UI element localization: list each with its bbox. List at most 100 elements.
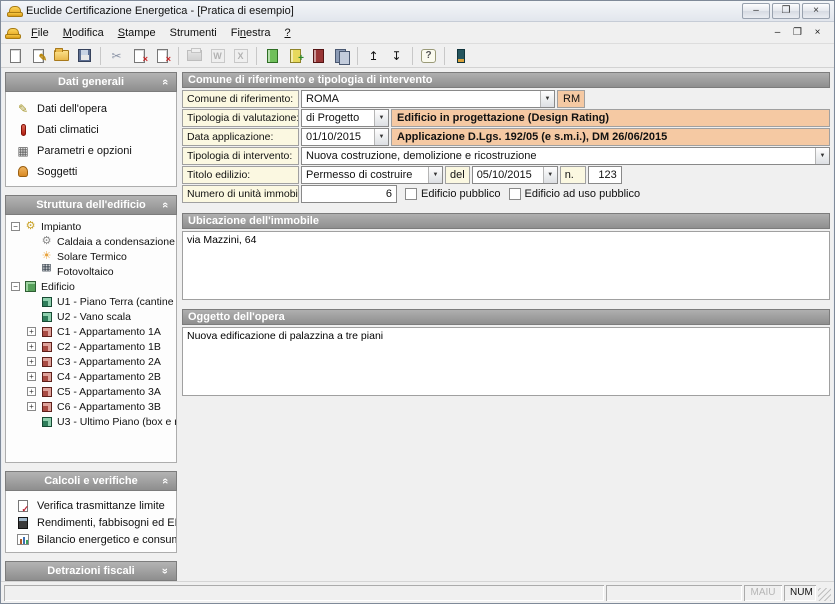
sidebar-item-rendimenti[interactable]: Rendimenti, fabbisogni ed EP (6, 514, 176, 531)
tree-item-fotovoltaico[interactable]: ▦Fotovoltaico (6, 264, 176, 279)
edificio-pubblico-option: Edificio pubblico (405, 185, 501, 203)
edificio-uso-pubblico-checkbox[interactable] (509, 188, 521, 200)
expand-expander-icon[interactable]: + (27, 372, 36, 381)
help-button[interactable]: ? (418, 46, 439, 66)
collapse-expander-icon[interactable]: − (11, 222, 20, 231)
chevron-down-icon[interactable]: ▼ (543, 167, 557, 183)
exit-button[interactable] (450, 46, 471, 66)
toolbar-separator (100, 47, 101, 65)
tipologia-intervento-combobox[interactable]: Nuova costruzione, demolizione e ricostr… (301, 147, 830, 165)
save-button[interactable] (74, 46, 95, 66)
tree-item-c6[interactable]: + C6 - Appartamento 3B (6, 399, 176, 414)
chevron-down-icon[interactable]: ▼ (815, 148, 829, 164)
delete-document-button[interactable]: × (129, 46, 150, 66)
valutazione-combobox[interactable]: di Progetto ▼ (301, 109, 389, 127)
menu-file[interactable]: File (24, 24, 56, 42)
new-document-button[interactable] (5, 46, 26, 66)
tree-item-u1[interactable]: U1 - Piano Terra (cantine e (6, 294, 176, 309)
sidebar-item-dati-climatici[interactable]: Dati climatici (6, 119, 176, 140)
archive-copy-button[interactable] (331, 46, 352, 66)
del-label: del (445, 166, 470, 184)
panel-header-dati-generali[interactable]: Dati generali « (5, 72, 177, 92)
chevron-up-icon[interactable]: « (159, 202, 171, 208)
minimize-button[interactable]: – (742, 3, 770, 19)
oggetto-textarea[interactable]: Nuova edificazione di palazzina a tre pi… (182, 327, 830, 396)
export-excel-button[interactable]: X (230, 46, 251, 66)
document-hardhat-icon[interactable] (5, 28, 19, 38)
tree-item-c1[interactable]: +C1 - Appartamento 1A (6, 324, 176, 339)
archive-red-button[interactable] (308, 46, 329, 66)
menu-strumenti[interactable]: Strumenti (163, 24, 224, 42)
expand-expander-icon[interactable]: + (27, 387, 36, 396)
chevron-down-icon[interactable]: ▼ (374, 110, 388, 126)
tree-item-c2[interactable]: +C2 - Appartamento 1B (6, 339, 176, 354)
word-icon: W (211, 49, 225, 63)
archive-green-button[interactable] (262, 46, 283, 66)
mdi-minimize-button[interactable]: – (769, 26, 786, 40)
chevron-down-icon[interactable]: ▼ (374, 129, 388, 145)
menu-finestra[interactable]: Finestra (224, 24, 278, 42)
tree-item-edificio[interactable]: −Edificio (6, 279, 176, 294)
menu-stampe[interactable]: Stampe (111, 24, 163, 42)
ubicazione-textarea[interactable]: via Mazzini, 64 (182, 231, 830, 300)
close-button[interactable]: × (802, 3, 830, 19)
chevron-down-icon[interactable]: ▼ (428, 167, 442, 183)
tree-label: C6 - Appartamento 3B (57, 401, 161, 413)
title-bar[interactable]: Euclide Certificazione Energetica - [Pra… (1, 1, 834, 22)
menu-help[interactable]: ? (277, 24, 297, 42)
expand-expander-icon[interactable]: + (27, 357, 36, 366)
expand-expander-icon[interactable]: + (27, 327, 36, 336)
expand-expander-icon[interactable]: + (27, 342, 36, 351)
expand-all-button[interactable]: ↧ (386, 46, 407, 66)
open-button[interactable] (51, 46, 72, 66)
row-unita: Numero di unità immobiliari: 6 Edificio … (182, 185, 830, 203)
titolo-numero-field[interactable]: 123 (588, 166, 622, 184)
edit-practice-button[interactable]: ✎ (28, 46, 49, 66)
help-icon: ? (421, 49, 436, 63)
sidebar-item-bilancio[interactable]: Bilancio energetico e consumi (6, 531, 176, 548)
collapse-expander-icon[interactable]: − (11, 282, 20, 291)
panel-header-calcoli[interactable]: Calcoli e verifiche « (5, 471, 177, 491)
unita-field[interactable]: 6 (301, 185, 397, 203)
cut-button[interactable]: ✂ (106, 46, 127, 66)
unit-icon (40, 297, 53, 307)
restore-button[interactable]: ❐ (772, 3, 800, 19)
tree-item-solare[interactable]: ☀Solare Termico (6, 249, 176, 264)
mdi-restore-button[interactable]: ❐ (789, 26, 806, 40)
tree-item-c3[interactable]: +C3 - Appartamento 2A (6, 354, 176, 369)
comune-combobox[interactable]: ROMA ▼ (301, 90, 555, 108)
sidebar-item-soggetti[interactable]: Soggetti (6, 161, 176, 182)
unit-icon (40, 312, 53, 322)
expand-expander-icon[interactable]: + (27, 402, 36, 411)
tree-item-impianto[interactable]: −⚙Impianto (6, 219, 176, 234)
collapse-all-button[interactable]: ↥ (363, 46, 384, 66)
sidebar-item-verifica-trasmittanze[interactable]: Verifica trasmittanze limite (6, 497, 176, 514)
data-applicazione-picker[interactable]: 01/10/2015 ▼ (301, 128, 389, 146)
panel-header-detrazioni[interactable]: Detrazioni fiscali « (5, 561, 177, 581)
chevron-up-icon[interactable]: « (159, 79, 171, 85)
titolo-data-picker[interactable]: 05/10/2015 ▼ (472, 166, 558, 184)
comune-label: Comune di riferimento: (182, 90, 299, 108)
print-button[interactable] (184, 46, 205, 66)
edificio-pubblico-checkbox[interactable] (405, 188, 417, 200)
row-valutazione: Tipologia di valutazione: di Progetto ▼ … (182, 109, 830, 127)
menu-modifica[interactable]: Modifica (56, 24, 111, 42)
panel-header-struttura[interactable]: Struttura dell'edificio « (5, 195, 177, 215)
mdi-close-button[interactable]: × (809, 26, 826, 40)
resize-grip[interactable] (818, 588, 831, 601)
chevron-down-icon[interactable]: ▼ (540, 91, 554, 107)
titolo-edilizio-combobox[interactable]: Permesso di costruire ▼ (301, 166, 443, 184)
tree-item-c5[interactable]: +C5 - Appartamento 3A (6, 384, 176, 399)
archive-add-button[interactable]: + (285, 46, 306, 66)
sidebar-item-dati-opera[interactable]: ✎ Dati dell'opera (6, 98, 176, 119)
sidebar-item-parametri[interactable]: ▦ Parametri e opzioni (6, 140, 176, 161)
chevron-up-icon[interactable]: « (159, 478, 171, 484)
tree-item-caldaia[interactable]: ⚙Caldaia a condensazione (6, 234, 176, 249)
export-word-button[interactable]: W (207, 46, 228, 66)
chevron-down-icon[interactable]: « (159, 568, 171, 574)
tree-item-u3[interactable]: U3 - Ultimo Piano (box e ripo (6, 414, 176, 429)
search-document-button[interactable]: × (152, 46, 173, 66)
tree-item-u2[interactable]: U2 - Vano scala (6, 309, 176, 324)
panel-title: Calcoli e verifiche (44, 475, 138, 487)
tree-item-c4[interactable]: +C4 - Appartamento 2B (6, 369, 176, 384)
